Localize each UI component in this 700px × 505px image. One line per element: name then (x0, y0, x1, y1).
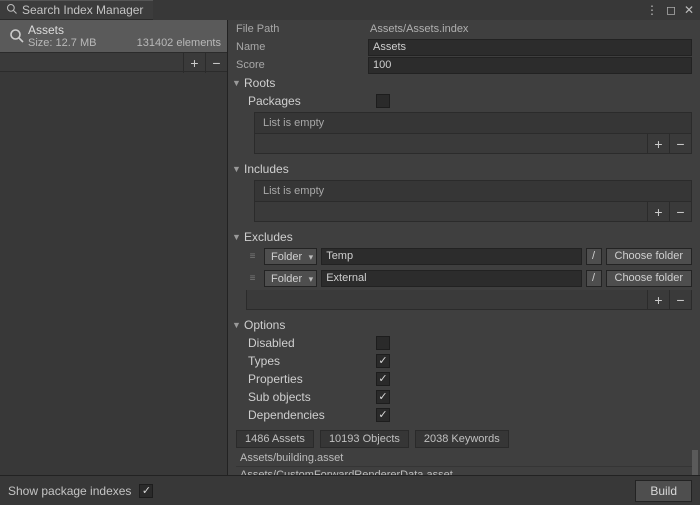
index-size: Size: 12.7 MB (28, 37, 96, 49)
close-icon[interactable]: ✕ (684, 3, 694, 17)
option-label: Types (248, 354, 376, 368)
list-item[interactable]: Assets/CustomForwardRendererData.asset (236, 467, 692, 475)
list-item[interactable]: Assets/building.asset (236, 450, 692, 467)
options-foldout[interactable]: ▼ Options (228, 316, 700, 334)
stats-keywords[interactable]: 2038 Keywords (415, 430, 509, 448)
kebab-menu-icon[interactable]: ⋮ (646, 3, 658, 17)
roots-foldout[interactable]: ▼ Roots (228, 74, 700, 92)
drag-handle-icon[interactable]: ≡ (246, 273, 260, 284)
option-checkbox-sub-objects[interactable] (376, 390, 390, 404)
chevron-down-icon: ▼ (232, 320, 244, 330)
roots-add-button[interactable]: + (647, 134, 669, 154)
add-index-button[interactable]: + (183, 53, 205, 73)
roots-empty-text: List is empty (255, 113, 691, 133)
packages-label: Packages (248, 94, 376, 108)
option-label: Sub objects (248, 390, 376, 404)
exclude-item: ≡ Folder / Choose folder (246, 246, 692, 266)
chevron-down-icon: ▼ (232, 232, 244, 242)
show-package-indexes-checkbox[interactable] (139, 484, 153, 498)
window-title: Search Index Manager (22, 3, 143, 17)
includes-add-button[interactable]: + (647, 202, 669, 222)
search-icon (6, 3, 18, 18)
includes-remove-button[interactable]: − (669, 202, 691, 222)
choose-folder-button[interactable]: Choose folder (606, 270, 693, 287)
excludes-title: Excludes (244, 230, 293, 244)
option-checkbox-disabled[interactable] (376, 336, 390, 350)
roots-list: List is empty (254, 112, 692, 134)
excludes-remove-button[interactable]: − (669, 290, 691, 310)
build-button[interactable]: Build (635, 480, 692, 502)
exclude-item: ≡ Folder / Choose folder (246, 268, 692, 288)
chevron-down-icon: ▼ (232, 164, 244, 174)
path-browse-button[interactable]: / (586, 248, 602, 265)
option-checkbox-properties[interactable] (376, 372, 390, 386)
option-label: Dependencies (248, 408, 376, 422)
chevron-down-icon: ▼ (232, 78, 244, 88)
name-field[interactable] (368, 39, 692, 56)
index-elements: 131402 elements (137, 37, 221, 49)
score-label: Score (228, 59, 368, 71)
name-label: Name (228, 41, 368, 53)
includes-list: List is empty (254, 180, 692, 202)
index-entry[interactable]: Assets Size: 12.7 MB 131402 elements (0, 20, 227, 52)
asset-list[interactable]: Assets/building.asset Assets/CustomForwa… (236, 450, 692, 475)
drag-handle-icon[interactable]: ≡ (246, 251, 260, 262)
file-path-value: Assets/Assets.index (368, 23, 692, 35)
search-icon (6, 28, 28, 44)
exclude-kind-dropdown[interactable]: Folder (264, 270, 317, 287)
exclude-path-field[interactable] (321, 270, 581, 287)
option-label: Properties (248, 372, 376, 386)
show-package-indexes-label: Show package indexes (8, 484, 131, 498)
maximize-icon[interactable]: ◻ (666, 3, 676, 17)
exclude-kind-dropdown[interactable]: Folder (264, 248, 317, 265)
options-title: Options (244, 318, 285, 332)
roots-remove-button[interactable]: − (669, 134, 691, 154)
includes-empty-text: List is empty (255, 181, 691, 201)
remove-index-button[interactable]: − (205, 53, 227, 73)
exclude-path-field[interactable] (321, 248, 581, 265)
choose-folder-button[interactable]: Choose folder (606, 248, 693, 265)
stats-objects[interactable]: 10193 Objects (320, 430, 409, 448)
option-checkbox-dependencies[interactable] (376, 408, 390, 422)
roots-title: Roots (244, 76, 275, 90)
excludes-foldout[interactable]: ▼ Excludes (228, 228, 700, 246)
excludes-add-button[interactable]: + (647, 290, 669, 310)
window-tab[interactable]: Search Index Manager (0, 0, 153, 20)
index-name: Assets (28, 23, 221, 37)
path-browse-button[interactable]: / (586, 270, 602, 287)
packages-checkbox[interactable] (376, 94, 390, 108)
scrollbar-thumb[interactable] (692, 450, 698, 475)
file-path-label: File Path (228, 23, 368, 35)
stats-assets[interactable]: 1486 Assets (236, 430, 314, 448)
score-field[interactable] (368, 57, 692, 74)
option-checkbox-types[interactable] (376, 354, 390, 368)
includes-foldout[interactable]: ▼ Includes (228, 160, 700, 178)
option-label: Disabled (248, 336, 376, 350)
includes-title: Includes (244, 162, 289, 176)
